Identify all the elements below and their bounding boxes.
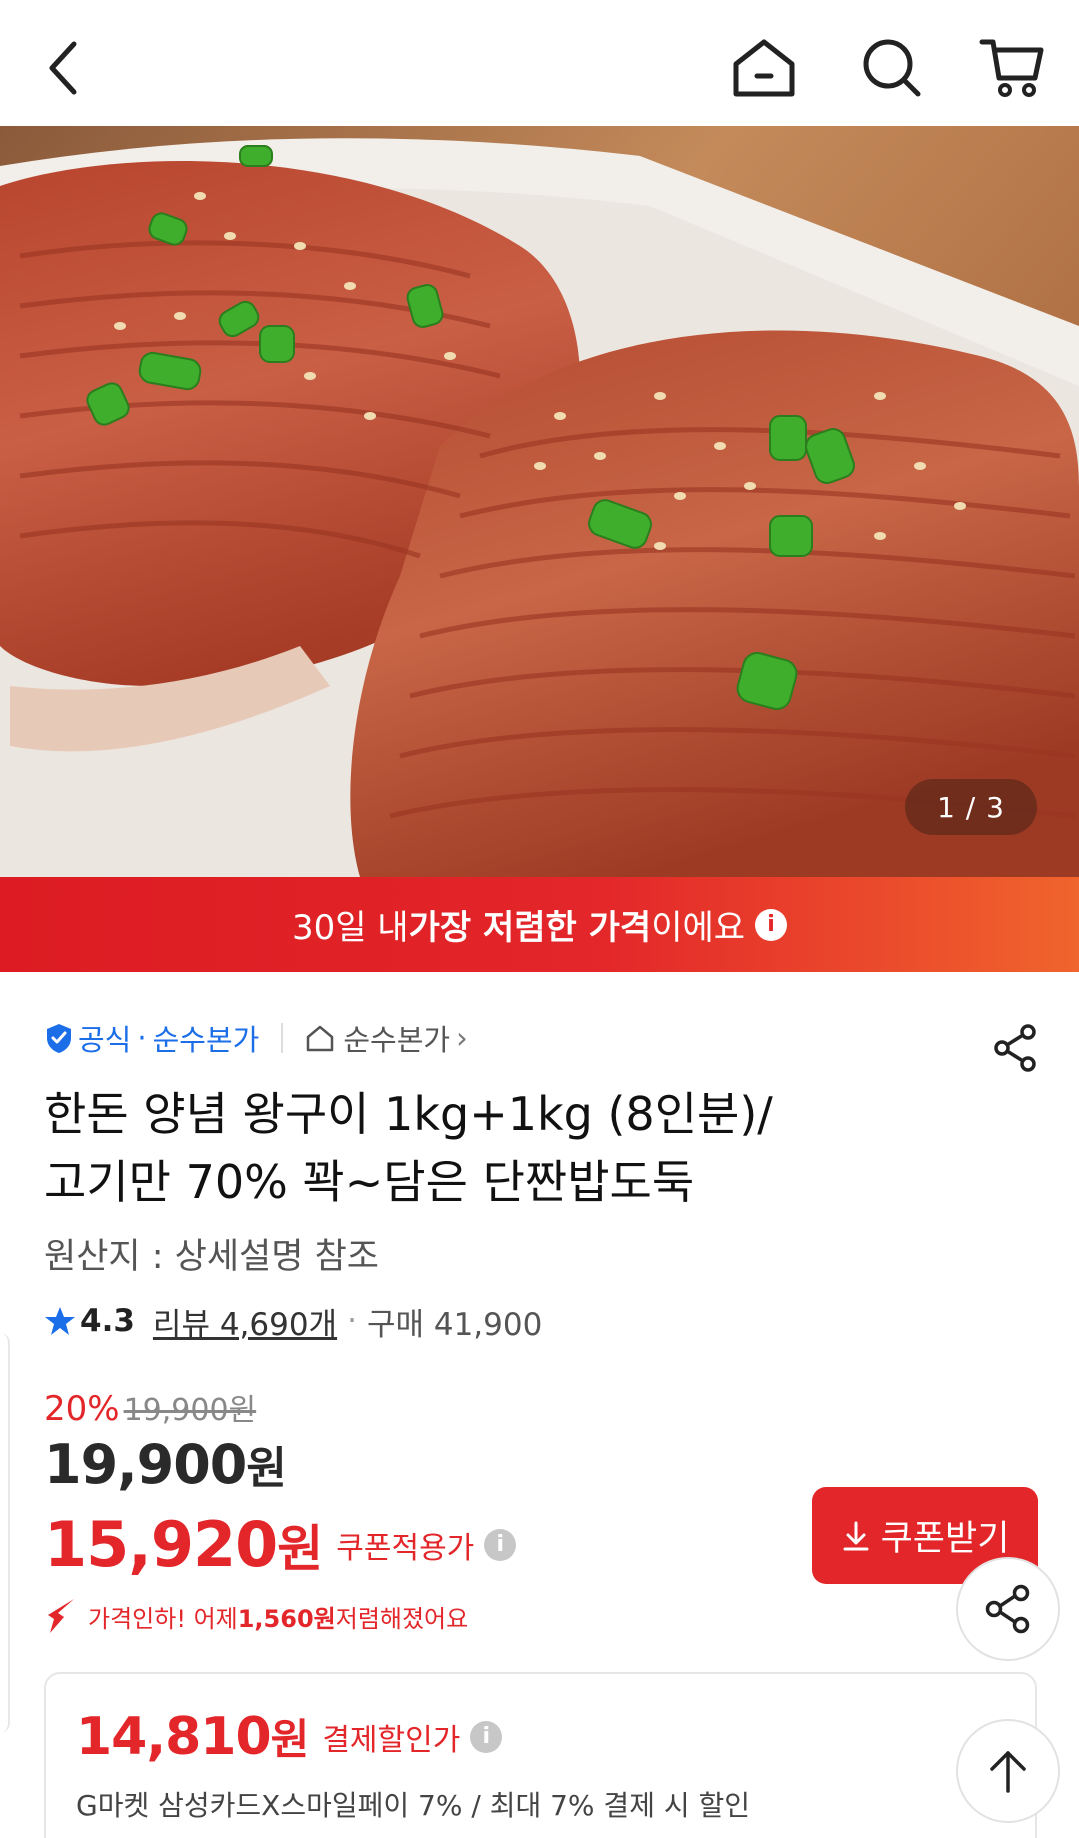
- info-icon[interactable]: i: [755, 908, 788, 941]
- back-icon[interactable]: [24, 28, 104, 108]
- side-drawer-handle[interactable]: [0, 1333, 10, 1733]
- top-bar: [0, 0, 1079, 126]
- banner-prefix: 30일 내: [291, 908, 409, 948]
- arrow-up-icon: [990, 1751, 1026, 1793]
- current-price-amount: 19,900: [44, 1433, 247, 1496]
- brand-link[interactable]: 순수본가: [153, 1017, 260, 1059]
- scroll-to-top-button[interactable]: [956, 1719, 1060, 1823]
- share-icon[interactable]: [985, 1018, 1045, 1078]
- coupon-price: 15,920원: [44, 1508, 323, 1581]
- coupon-price-unit: 원: [277, 1520, 323, 1578]
- payment-price: 14,810원: [76, 1706, 310, 1767]
- payment-price-row: 14,810원 결제할인가 i: [76, 1706, 503, 1767]
- store-home-icon: [307, 1025, 334, 1052]
- coupon-price-label: 쿠폰적용가: [336, 1530, 475, 1566]
- shield-check-icon: [47, 1024, 71, 1053]
- price-drop-prefix: 가격인하! 어제: [88, 1604, 238, 1633]
- banner-highlight: 가장 저렴한 가격: [408, 908, 652, 948]
- origin-info: 원산지 : 상세설명 참조: [44, 1237, 379, 1277]
- product-image: [0, 126, 1079, 877]
- separator-dot: ·: [347, 1303, 357, 1339]
- info-icon[interactable]: i: [470, 1720, 503, 1753]
- payment-description: G마켓 삼성카드X스마일페이 7% / 최대 7% 결제 시 할인: [76, 1789, 751, 1822]
- discount-row: 20% 19,900원: [44, 1385, 256, 1429]
- current-price: 19,900원: [44, 1432, 287, 1496]
- download-icon: [843, 1521, 869, 1550]
- get-coupon-label: 쿠폰받기: [880, 1519, 1010, 1559]
- cart-icon[interactable]: [972, 28, 1052, 108]
- star-icon: [45, 1307, 75, 1335]
- rating-row: 4.3 리뷰 4,690개 · 구매 41,900: [44, 1297, 542, 1345]
- product-title-line-2: 고기만 70% 꽉~담은 단짠밥도둑: [44, 1155, 695, 1209]
- product-title: 한돈 양념 왕구이 1kg+1kg (8인분)/ 고기만 70% 꽉~담은 단짠…: [44, 1080, 964, 1216]
- coupon-price-row: 15,920원 쿠폰적용가 i: [44, 1508, 517, 1581]
- payment-discount-card[interactable]: 14,810원 결제할인가 i G마켓 삼성카드X스마일페이 7% / 최대 7…: [44, 1672, 1037, 1838]
- original-price: 19,900원: [123, 1393, 257, 1428]
- seller-row: 공식 · 순수본가 순수본가 ›: [44, 1015, 468, 1061]
- price-drop-suffix: 저렴해졌어요: [335, 1604, 469, 1633]
- purchase-count: 구매 41,900: [366, 1306, 543, 1343]
- payment-price-unit: 원: [270, 1715, 310, 1764]
- product-image-carousel[interactable]: 1 / 3: [0, 126, 1079, 877]
- current-price-unit: 원: [246, 1443, 286, 1494]
- image-page-indicator: 1 / 3: [905, 779, 1037, 835]
- price-down-arrow-icon: [48, 1599, 74, 1633]
- lowest-price-banner[interactable]: 30일 내 가장 저렴한 가격 이에요 i: [0, 877, 1079, 972]
- floating-share-button[interactable]: [956, 1557, 1060, 1661]
- search-icon[interactable]: [852, 28, 932, 108]
- rating-score: 4.3: [80, 1303, 135, 1339]
- review-count-link[interactable]: 리뷰 4,690개: [153, 1299, 337, 1344]
- official-badge: 공식: [44, 1017, 131, 1059]
- payment-price-amount: 14,810: [76, 1707, 272, 1767]
- discount-rate: 20%: [44, 1389, 120, 1429]
- share-icon: [985, 1584, 1030, 1634]
- info-icon[interactable]: i: [484, 1528, 517, 1561]
- chevron-right-icon: ›: [456, 1021, 468, 1055]
- home-icon[interactable]: [724, 28, 804, 108]
- store-link[interactable]: 순수본가 ›: [305, 1017, 468, 1059]
- divider: [281, 1023, 284, 1053]
- coupon-price-amount: 15,920: [44, 1508, 278, 1581]
- banner-suffix: 이에요: [651, 908, 746, 948]
- separator-dot: ·: [137, 1021, 147, 1055]
- store-name: 순수본가: [343, 1023, 451, 1057]
- price-drop-amount: 1,560원: [237, 1604, 336, 1633]
- price-drop-notice: 가격인하! 어제 1,560원 저렴해졌어요: [44, 1595, 468, 1637]
- official-label: 공식: [78, 1023, 132, 1057]
- product-title-line-1: 한돈 양념 왕구이 1kg+1kg (8인분)/: [44, 1087, 773, 1141]
- payment-price-label: 결제할인가: [322, 1722, 461, 1758]
